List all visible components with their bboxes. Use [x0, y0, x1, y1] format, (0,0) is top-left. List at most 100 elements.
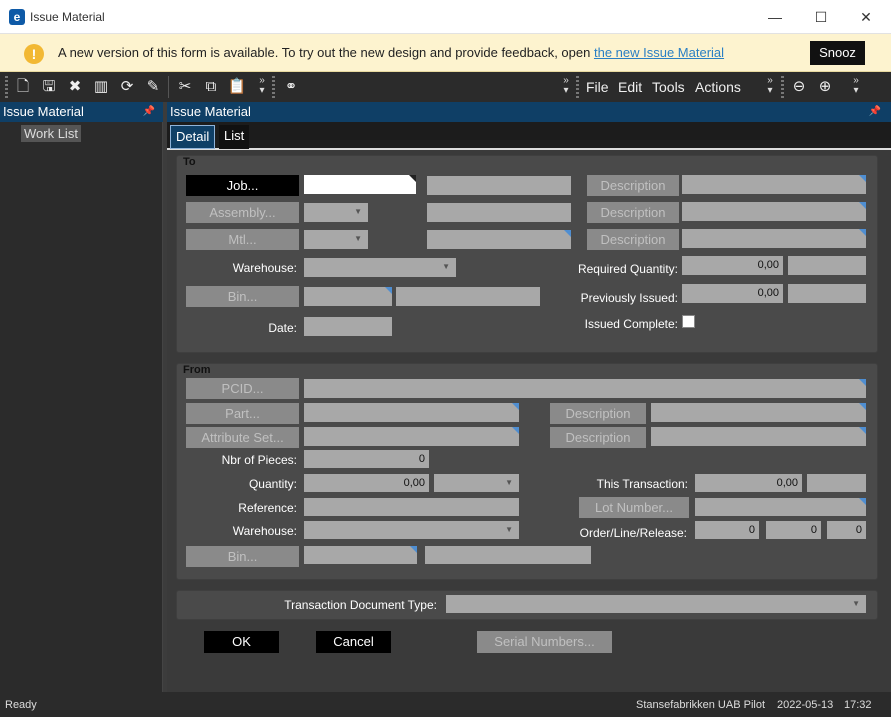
mtl-button[interactable]: Mtl... [186, 229, 299, 250]
attribute-set-button[interactable]: Attribute Set... [186, 427, 299, 448]
refresh-icon[interactable]: ⟳ [117, 77, 137, 97]
tab-list[interactable]: List [219, 125, 250, 149]
mtl-description-detail-field[interactable] [682, 229, 866, 248]
order-line-release-label: Order/Line/Release: [579, 526, 687, 540]
part-description-button[interactable]: Description [550, 403, 646, 424]
line-field: 0 [766, 521, 821, 539]
delete-icon[interactable]: ✖ [65, 77, 85, 97]
previously-issued-label: Previously Issued: [580, 291, 678, 305]
status-time: 17:32 [844, 699, 872, 711]
attribute-description-button[interactable]: Description [550, 427, 646, 448]
transaction-doc-type-label: Transaction Document Type: [284, 598, 437, 612]
pin-icon[interactable]: 📌 [143, 102, 155, 122]
close-button[interactable]: ✕ [843, 4, 889, 30]
ok-button[interactable]: OK [204, 631, 279, 653]
quantity-label: Quantity: [248, 477, 297, 491]
snooze-button[interactable]: Snooz [810, 41, 865, 65]
job-description-detail-field[interactable] [682, 175, 866, 194]
forward-arrow-icon[interactable]: ⊕ [815, 77, 835, 97]
new-form-link[interactable]: the new Issue Material [594, 45, 724, 60]
mtl-select[interactable]: ▼ [304, 230, 368, 249]
toolbar-grip[interactable] [5, 76, 8, 98]
toolbar-overflow-icon[interactable]: » ▾ [257, 76, 267, 98]
pcid-button[interactable]: PCID... [186, 378, 299, 399]
cut-icon[interactable]: ✂ [175, 77, 195, 97]
left-panel-header: Issue Material 📌 [0, 102, 163, 122]
from-bin-description-field [425, 546, 591, 564]
status-text: Ready [5, 699, 37, 711]
pcid-field[interactable] [304, 379, 866, 398]
save-icon[interactable]: 🖫 [39, 77, 59, 97]
warning-icon: ! [24, 44, 44, 64]
nav-grip[interactable] [781, 76, 784, 98]
minimize-button[interactable]: — [752, 4, 798, 30]
attribute-description-field[interactable] [651, 427, 866, 446]
assembly-select[interactable]: ▼ [304, 203, 368, 222]
menu-file[interactable]: File [586, 79, 609, 95]
reference-field[interactable] [304, 498, 519, 516]
mtl-description-button[interactable]: Description [587, 229, 679, 250]
part-button[interactable]: Part... [186, 403, 299, 424]
to-bin-button[interactable]: Bin... [186, 286, 299, 307]
lot-number-button[interactable]: Lot Number... [579, 497, 689, 518]
to-group-title: To [183, 156, 196, 168]
attribute-set-field[interactable] [304, 427, 519, 446]
paste-icon[interactable]: 📋 [227, 77, 247, 97]
from-group-title: From [183, 364, 211, 376]
brush-icon[interactable]: ✎ [143, 77, 163, 97]
serial-numbers-button[interactable]: Serial Numbers... [477, 631, 612, 653]
to-bin-field[interactable] [304, 287, 392, 306]
job-button[interactable]: Job... [186, 175, 299, 196]
notification-text: A new version of this form is available.… [58, 45, 725, 60]
binoculars-icon[interactable]: ⚭ [281, 77, 301, 97]
required-quantity-uom-field [788, 256, 866, 275]
left-panel [0, 102, 163, 692]
pin-icon[interactable]: 📌 [869, 102, 881, 122]
lot-number-field[interactable] [695, 498, 866, 516]
nbr-pieces-field[interactable]: 0 [304, 450, 429, 468]
to-warehouse-select[interactable]: ▼ [304, 258, 456, 277]
mtl-description-field[interactable] [427, 230, 571, 249]
required-quantity-label: Required Quantity: [577, 262, 678, 276]
issued-complete-label: Issued Complete: [584, 317, 678, 331]
job-input[interactable] [304, 175, 416, 194]
from-bin-field[interactable] [304, 546, 417, 564]
part-field[interactable] [304, 403, 519, 422]
issued-complete-checkbox[interactable] [682, 315, 695, 328]
nav-overflow-icon[interactable]: » ▾ [851, 76, 861, 98]
from-warehouse-select[interactable]: ▼ [304, 521, 519, 539]
assembly-button[interactable]: Assembly... [186, 202, 299, 223]
menu-grip[interactable] [576, 76, 579, 98]
copy-icon[interactable]: ⧉ [201, 77, 221, 97]
toolbar-grip[interactable] [272, 76, 275, 98]
date-label: Date: [268, 321, 297, 335]
menu-actions[interactable]: Actions [695, 79, 741, 95]
app-logo-icon: e [9, 9, 25, 25]
transaction-doc-type-select[interactable]: ▼ [446, 595, 866, 613]
this-transaction-label: This Transaction: [596, 477, 688, 491]
menu-edit[interactable]: Edit [618, 79, 642, 95]
to-bin-description-field [396, 287, 540, 306]
quantity-field[interactable]: 0,00 [304, 474, 429, 492]
cancel-button[interactable]: Cancel [316, 631, 391, 653]
window-title: Issue Material [30, 10, 105, 24]
status-company: Stansefabrikken UAB Pilot [636, 699, 766, 711]
part-description-field[interactable] [651, 403, 866, 422]
menu-tools[interactable]: Tools [652, 79, 685, 95]
assembly-description-button[interactable]: Description [587, 202, 679, 223]
back-arrow-icon[interactable]: ⊖ [789, 77, 809, 97]
toolbar-overflow-icon[interactable]: » ▾ [561, 76, 571, 98]
assembly-description-field [427, 203, 571, 222]
quantity-uom-select[interactable]: ▼ [434, 474, 519, 492]
new-document-icon[interactable]: 🗋 [13, 77, 33, 97]
clear-icon[interactable]: ▥ [91, 77, 111, 97]
maximize-button[interactable]: ☐ [798, 4, 844, 30]
from-bin-button[interactable]: Bin... [186, 546, 299, 567]
tab-detail[interactable]: Detail [170, 125, 216, 149]
job-description-button[interactable]: Description [587, 175, 679, 196]
menu-overflow-icon[interactable]: » ▾ [765, 76, 775, 98]
assembly-description-detail-field[interactable] [682, 202, 866, 221]
date-field[interactable] [304, 317, 392, 336]
previously-issued-field: 0,00 [682, 284, 783, 303]
work-list-item[interactable]: Work List [21, 125, 81, 142]
